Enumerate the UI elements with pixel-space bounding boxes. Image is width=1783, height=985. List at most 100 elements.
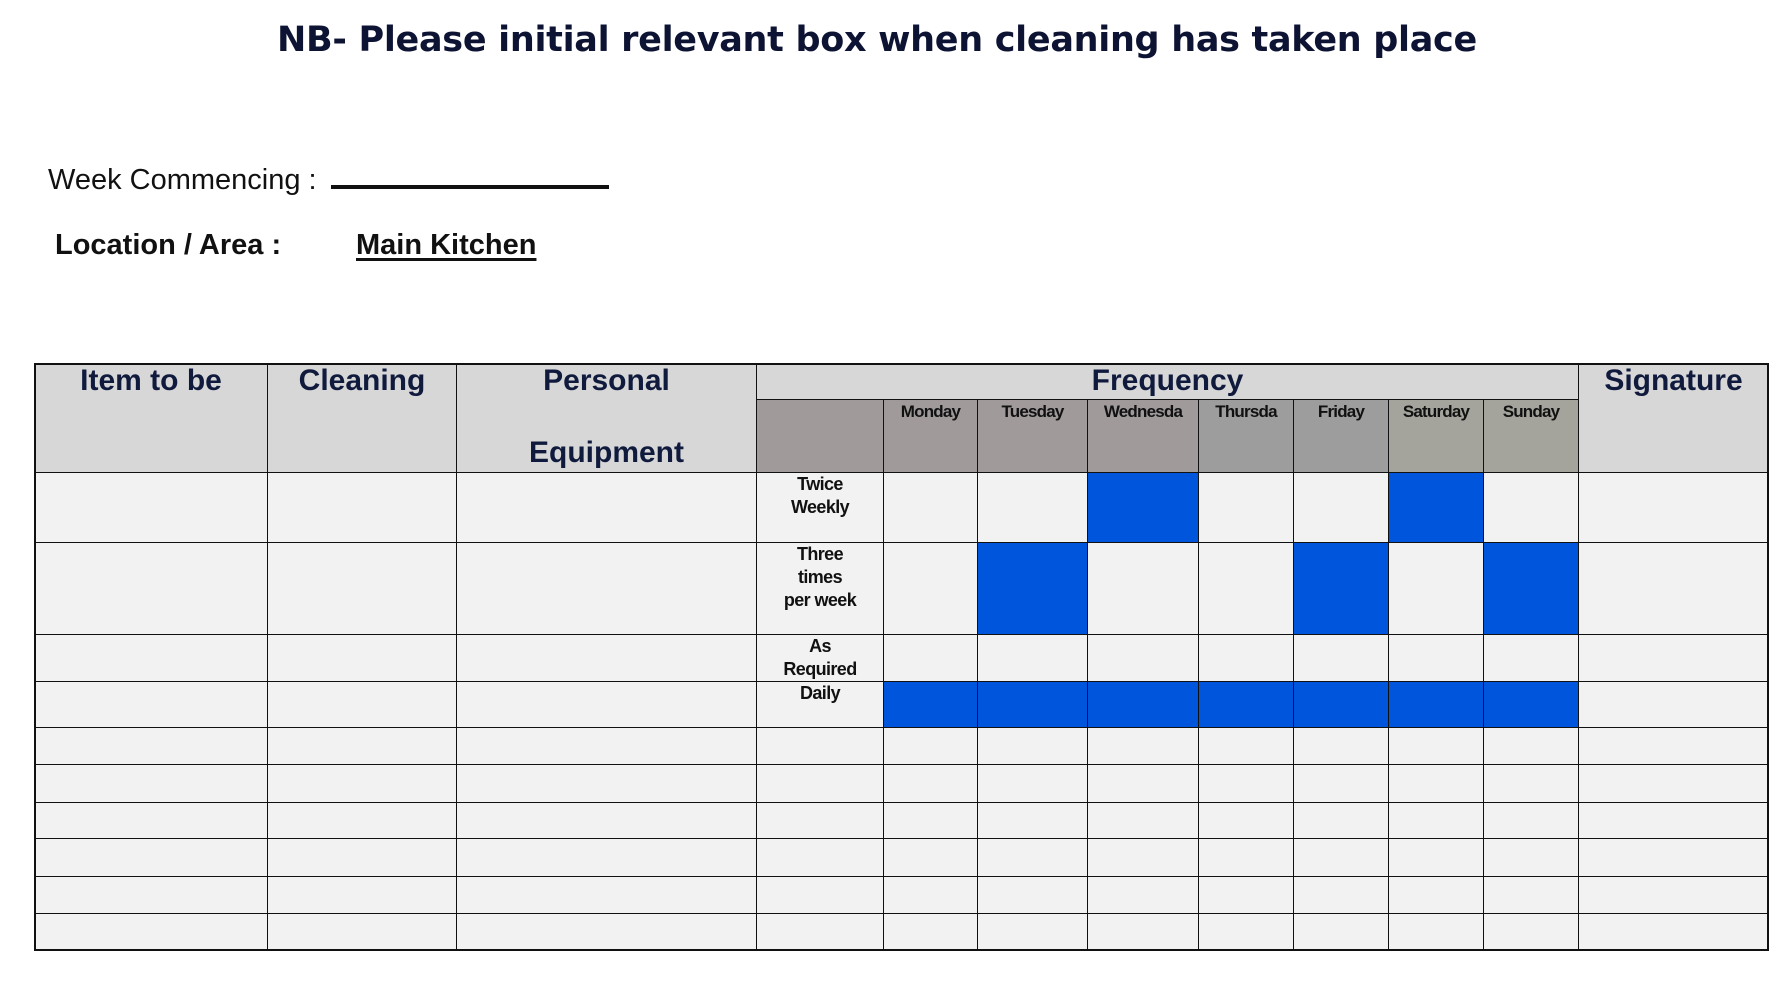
signature-cell[interactable] [1578, 634, 1769, 682]
day-cell[interactable] [1483, 764, 1579, 803]
day-cell[interactable] [1198, 764, 1294, 803]
day-cell-marked[interactable] [1388, 472, 1484, 543]
day-cell[interactable] [1388, 838, 1484, 877]
day-cell[interactable] [977, 876, 1088, 914]
frequency-label-cell[interactable] [756, 802, 884, 839]
day-cell[interactable] [1198, 472, 1294, 543]
day-cell[interactable] [977, 838, 1088, 877]
frequency-label-cell[interactable] [756, 838, 884, 877]
day-cell[interactable] [1198, 913, 1294, 951]
day-cell-marked[interactable] [1087, 681, 1199, 728]
day-cell[interactable] [883, 542, 978, 635]
personal-equipment-cell[interactable] [456, 764, 757, 803]
day-cell[interactable] [1483, 472, 1579, 543]
day-cell[interactable] [1293, 634, 1389, 682]
day-cell[interactable] [1293, 727, 1389, 765]
personal-equipment-cell[interactable] [456, 681, 757, 728]
day-cell-marked[interactable] [977, 542, 1088, 635]
day-cell[interactable] [1087, 838, 1199, 877]
personal-equipment-cell[interactable] [456, 838, 757, 877]
personal-equipment-cell[interactable] [456, 542, 757, 635]
day-cell[interactable] [977, 634, 1088, 682]
item-cell[interactable] [34, 876, 268, 914]
day-cell[interactable] [883, 472, 978, 543]
day-cell[interactable] [1388, 913, 1484, 951]
day-cell-marked[interactable] [1293, 542, 1389, 635]
day-cell[interactable] [1198, 542, 1294, 635]
day-cell[interactable] [1198, 634, 1294, 682]
day-cell[interactable] [1087, 727, 1199, 765]
day-cell[interactable] [1388, 764, 1484, 803]
signature-cell[interactable] [1578, 876, 1769, 914]
frequency-label-cell[interactable] [756, 727, 884, 765]
cleaning-cell[interactable] [267, 727, 457, 765]
day-cell-marked[interactable] [1483, 542, 1579, 635]
day-cell[interactable] [1293, 913, 1389, 951]
personal-equipment-cell[interactable] [456, 876, 757, 914]
cleaning-cell[interactable] [267, 634, 457, 682]
day-cell[interactable] [883, 802, 978, 839]
day-cell[interactable] [1198, 838, 1294, 877]
personal-equipment-cell[interactable] [456, 472, 757, 543]
cleaning-cell[interactable] [267, 913, 457, 951]
day-cell[interactable] [1388, 542, 1484, 635]
day-cell[interactable] [883, 838, 978, 877]
day-cell[interactable] [883, 876, 978, 914]
day-cell[interactable] [977, 913, 1088, 951]
cleaning-cell[interactable] [267, 876, 457, 914]
item-cell[interactable] [34, 472, 268, 543]
cleaning-cell[interactable] [267, 472, 457, 543]
day-cell-marked[interactable] [1483, 681, 1579, 728]
item-cell[interactable] [34, 634, 268, 682]
day-cell[interactable] [1388, 727, 1484, 765]
item-cell[interactable] [34, 838, 268, 877]
day-cell[interactable] [1087, 542, 1199, 635]
frequency-label-cell[interactable] [756, 764, 884, 803]
day-cell[interactable] [1483, 838, 1579, 877]
cleaning-cell[interactable] [267, 764, 457, 803]
day-cell[interactable] [1388, 634, 1484, 682]
signature-cell[interactable] [1578, 681, 1769, 728]
signature-cell[interactable] [1578, 838, 1769, 877]
day-cell-marked[interactable] [1388, 681, 1484, 728]
cleaning-cell[interactable] [267, 802, 457, 839]
signature-cell[interactable] [1578, 727, 1769, 765]
day-cell-marked[interactable] [1198, 681, 1294, 728]
item-cell[interactable] [34, 802, 268, 839]
day-cell[interactable] [977, 764, 1088, 803]
day-cell[interactable] [1198, 727, 1294, 765]
day-cell-marked[interactable] [977, 681, 1088, 728]
signature-cell[interactable] [1578, 764, 1769, 803]
signature-cell[interactable] [1578, 913, 1769, 951]
cleaning-cell[interactable] [267, 542, 457, 635]
day-cell[interactable] [883, 764, 978, 803]
day-cell[interactable] [1483, 913, 1579, 951]
day-cell[interactable] [883, 913, 978, 951]
day-cell[interactable] [1198, 802, 1294, 839]
day-cell[interactable] [1087, 634, 1199, 682]
week-commencing-field[interactable] [330, 163, 609, 189]
day-cell[interactable] [1293, 472, 1389, 543]
day-cell[interactable] [1293, 838, 1389, 877]
cleaning-cell[interactable] [267, 838, 457, 877]
day-cell[interactable] [977, 472, 1088, 543]
day-cell[interactable] [1087, 802, 1199, 839]
item-cell[interactable] [34, 542, 268, 635]
day-cell[interactable] [1483, 727, 1579, 765]
day-cell[interactable] [1388, 876, 1484, 914]
item-cell[interactable] [34, 764, 268, 803]
day-cell[interactable] [1483, 802, 1579, 839]
personal-equipment-cell[interactable] [456, 634, 757, 682]
day-cell-marked[interactable] [883, 681, 978, 728]
day-cell[interactable] [1388, 802, 1484, 839]
personal-equipment-cell[interactable] [456, 913, 757, 951]
day-cell[interactable] [1293, 764, 1389, 803]
day-cell[interactable] [977, 802, 1088, 839]
day-cell[interactable] [1483, 634, 1579, 682]
item-cell[interactable] [34, 913, 268, 951]
day-cell[interactable] [977, 727, 1088, 765]
signature-cell[interactable] [1578, 472, 1769, 543]
item-cell[interactable] [34, 727, 268, 765]
item-cell[interactable] [34, 681, 268, 728]
day-cell-marked[interactable] [1293, 681, 1389, 728]
